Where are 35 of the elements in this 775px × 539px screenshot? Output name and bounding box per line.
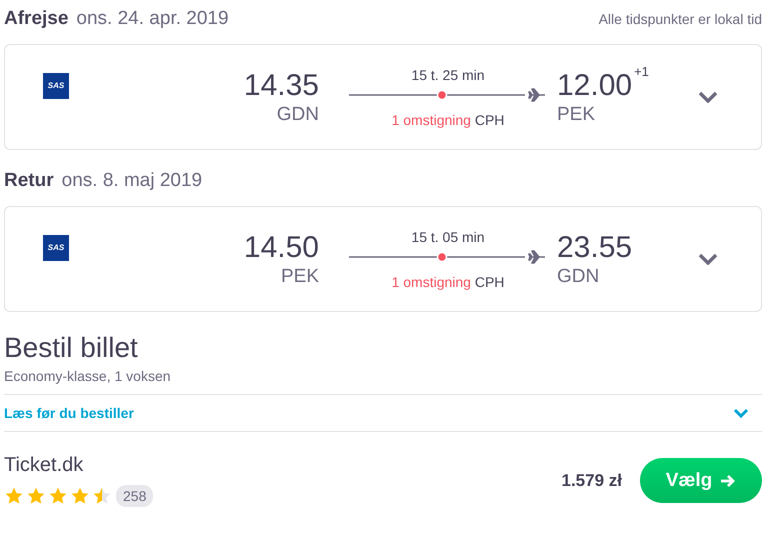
departure-time: 14.50 — [244, 230, 319, 266]
leg-label: Retur — [4, 170, 54, 192]
flight-duration: 15 t. 05 min — [411, 228, 485, 244]
chevron-down-icon[interactable] — [698, 253, 718, 265]
review-count: 258 — [116, 485, 154, 507]
booking-subtitle: Economy-klasse, 1 voksen — [4, 368, 762, 395]
stopover-text: 1 omstigning CPH — [392, 112, 504, 128]
airline-logo: SAS — [43, 73, 69, 99]
departure-airport: PEK — [280, 266, 319, 288]
arrival-airport: PEK — [557, 104, 596, 126]
leg-date: ons. 24. apr. 2019 — [76, 8, 229, 30]
time-note: Alle tidspunkter er lokal tid — [598, 11, 762, 27]
departure-airport: GDN — [276, 104, 319, 126]
day-offset: +1 — [634, 64, 649, 79]
stopover-text: 1 omstigning CPH — [392, 274, 504, 290]
star-icon — [48, 486, 68, 506]
star-icon — [70, 486, 90, 506]
booking-title: Bestil billet — [4, 332, 139, 364]
arrival-time: 12.00 — [557, 68, 632, 104]
star-icon — [4, 486, 24, 506]
chevron-down-icon[interactable] — [698, 91, 718, 103]
chevron-down-icon[interactable] — [733, 408, 749, 418]
departure-time: 14.35 — [244, 68, 319, 104]
price: 1.579 zł — [562, 470, 622, 490]
arrival-airport: GDN — [557, 266, 600, 288]
star-icon — [26, 486, 46, 506]
arrow-right-icon — [720, 474, 736, 488]
flight-duration: 15 t. 25 min — [411, 66, 485, 82]
airline-logo: SAS — [43, 235, 69, 261]
leg-date: ons. 8. maj 2019 — [62, 170, 202, 192]
arrival-time: 23.55 — [557, 230, 632, 266]
flight-card[interactable]: SAS 14.50 PEK 15 t. 05 min 1 omstigning CPH 23.55 GDN — [4, 206, 762, 312]
leg-label: Afrejse — [4, 8, 68, 30]
provider-name: Ticket.dk — [4, 454, 84, 477]
star-icon — [92, 486, 112, 506]
